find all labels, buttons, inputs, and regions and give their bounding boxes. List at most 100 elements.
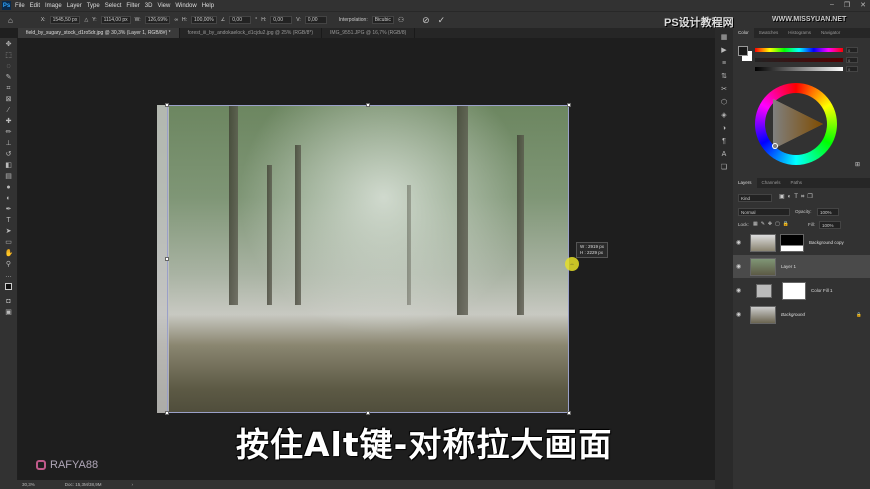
warp-icon[interactable]: ⚇: [398, 16, 404, 24]
angle-field[interactable]: 0,00: [229, 16, 252, 24]
frame-tool-icon[interactable]: ⊠: [5, 96, 13, 104]
foreground-color-swatch[interactable]: [738, 46, 748, 56]
status-arrow-icon[interactable]: ›: [132, 482, 134, 487]
menu-help[interactable]: Help: [202, 3, 214, 9]
transform-handle[interactable]: [366, 411, 370, 415]
layer-row-background[interactable]: ◉ Background 🔒: [733, 303, 870, 326]
blur-tool-icon[interactable]: ●: [5, 184, 13, 192]
tab-forest[interactable]: forest_iii_by_andokaelock_d1cjdu2.jpg @ …: [180, 28, 323, 38]
transform-handle[interactable]: [165, 103, 169, 107]
play-icon[interactable]: ▶: [720, 47, 728, 55]
brightness-value[interactable]: 0: [846, 66, 858, 72]
lasso-tool-icon[interactable]: ◌: [5, 63, 13, 71]
tab-layers[interactable]: Layers: [733, 178, 757, 188]
paragraph-icon[interactable]: ¶: [720, 138, 728, 146]
y-field[interactable]: 1114,00 px: [100, 16, 131, 24]
minimize-icon[interactable]: –: [830, 1, 834, 9]
eyedropper-icon[interactable]: ⁄: [5, 107, 13, 115]
layer-filter-kind[interactable]: Kind: [738, 194, 772, 202]
color-triangle[interactable]: [765, 93, 827, 155]
restore-icon[interactable]: ❐: [844, 1, 850, 9]
more-tools-icon[interactable]: …: [5, 272, 13, 280]
healing-brush-icon[interactable]: ✚: [5, 118, 13, 126]
delta-icon[interactable]: △: [84, 17, 88, 23]
foreground-background-icon[interactable]: [4, 283, 15, 295]
shape-tool-icon[interactable]: ▭: [5, 239, 13, 247]
brush-tool-icon[interactable]: ✏: [5, 129, 13, 137]
tab-paths[interactable]: Paths: [786, 178, 808, 188]
menu-layer[interactable]: Layer: [67, 3, 82, 9]
eye-icon[interactable]: ◉: [736, 311, 744, 318]
dodge-tool-icon[interactable]: ◐: [5, 195, 13, 203]
path-select-icon[interactable]: ➤: [5, 228, 13, 236]
properties-icon[interactable]: ≡: [720, 60, 728, 68]
zoom-tool-icon[interactable]: ⚲: [5, 261, 13, 269]
pen-tool-icon[interactable]: ✒: [5, 206, 13, 214]
channels-icon[interactable]: ◑: [720, 125, 728, 133]
filter-icons[interactable]: ▣◐T⌗❐: [779, 193, 816, 201]
tab-swatches[interactable]: Swatches: [754, 28, 784, 38]
saturation-value[interactable]: 0: [846, 57, 858, 63]
close-icon[interactable]: ✕: [860, 1, 866, 9]
tab-histograms[interactable]: Histograms: [783, 28, 816, 38]
menu-type[interactable]: Type: [87, 3, 100, 9]
saturation-slider[interactable]: [755, 58, 843, 62]
type-tool-icon[interactable]: T: [5, 217, 13, 225]
menu-select[interactable]: Select: [105, 3, 122, 9]
interpolation-select[interactable]: Bicubic: [371, 16, 394, 24]
lock-icon[interactable]: 🔒: [856, 312, 862, 318]
history-brush-icon[interactable]: ↺: [5, 151, 13, 159]
layer-row-layer-1[interactable]: ◉ Layer 1: [733, 255, 870, 278]
transform-handle[interactable]: [366, 103, 370, 107]
eraser-icon[interactable]: ◧: [5, 162, 13, 170]
transform-bounding-box[interactable]: [165, 103, 571, 415]
width-field[interactable]: 126,69%: [144, 16, 171, 24]
layer-row-background-copy[interactable]: ◉ Background copy: [733, 231, 870, 254]
history-icon[interactable]: ▦: [720, 34, 728, 42]
fill-field[interactable]: 100%: [819, 221, 841, 229]
hskew-field[interactable]: 0,00: [270, 16, 293, 24]
menu-view[interactable]: View: [157, 3, 170, 9]
character-icon[interactable]: A: [720, 151, 728, 159]
adjustments-icon[interactable]: ⇅: [720, 73, 728, 81]
crop-tool-icon[interactable]: ⌗: [5, 85, 13, 93]
transform-handle[interactable]: [165, 411, 169, 415]
tab-channels[interactable]: Channels: [757, 178, 786, 188]
lock-icons[interactable]: ▦✎✥▢🔒: [753, 221, 792, 227]
zoom-level[interactable]: 30,3%: [22, 482, 35, 487]
tab-color[interactable]: Color: [733, 28, 754, 38]
menu-edit[interactable]: Edit: [30, 3, 40, 9]
menu-image[interactable]: Image: [45, 3, 62, 9]
menu-file[interactable]: File: [15, 3, 25, 9]
commit-icon[interactable]: ✓: [438, 15, 446, 26]
layer-mask-thumbnail[interactable]: [782, 281, 806, 300]
link-icon[interactable]: ∞: [174, 17, 178, 23]
transform-handle[interactable]: [567, 411, 571, 415]
tab-img9551[interactable]: IMG_9551.JPG @ 16,7% (RGB/8): [322, 28, 416, 38]
height-field[interactable]: 100,00%: [191, 16, 217, 24]
marquee-tool-icon[interactable]: ⬚: [5, 52, 13, 60]
blend-mode-select[interactable]: Normal: [738, 208, 790, 216]
3d-icon[interactable]: ⬡: [720, 99, 728, 107]
opacity-field[interactable]: 100%: [817, 208, 839, 216]
layer-row-color-fill-1[interactable]: ◉ Color Fill 1: [733, 279, 870, 302]
eye-icon[interactable]: ◉: [736, 287, 744, 294]
hue-value[interactable]: 0: [846, 47, 858, 53]
eye-icon[interactable]: ◉: [736, 263, 744, 270]
home-icon[interactable]: ⌂: [8, 16, 13, 25]
cancel-icon[interactable]: ⊘: [422, 15, 430, 26]
hue-slider[interactable]: [755, 48, 843, 52]
move-tool-icon[interactable]: ✥: [5, 41, 13, 49]
eye-icon[interactable]: ◉: [736, 239, 744, 246]
hand-tool-icon[interactable]: ✋: [5, 250, 14, 258]
menu-3d[interactable]: 3D: [145, 3, 153, 9]
menu-window[interactable]: Window: [175, 3, 196, 9]
screen-mode-icon[interactable]: ▣: [5, 309, 13, 317]
gradient-tool-icon[interactable]: ▤: [5, 173, 13, 181]
tab-field[interactable]: field_by_sugary_stock_d1ro5dr.jpg @ 30,3…: [18, 28, 180, 38]
styles-icon[interactable]: ◈: [720, 112, 728, 120]
stamp-tool-icon[interactable]: ⊥: [5, 140, 13, 148]
transform-handle[interactable]: [567, 103, 571, 107]
libraries-icon[interactable]: ❏: [720, 164, 728, 172]
quick-select-icon[interactable]: ✎: [5, 74, 13, 82]
